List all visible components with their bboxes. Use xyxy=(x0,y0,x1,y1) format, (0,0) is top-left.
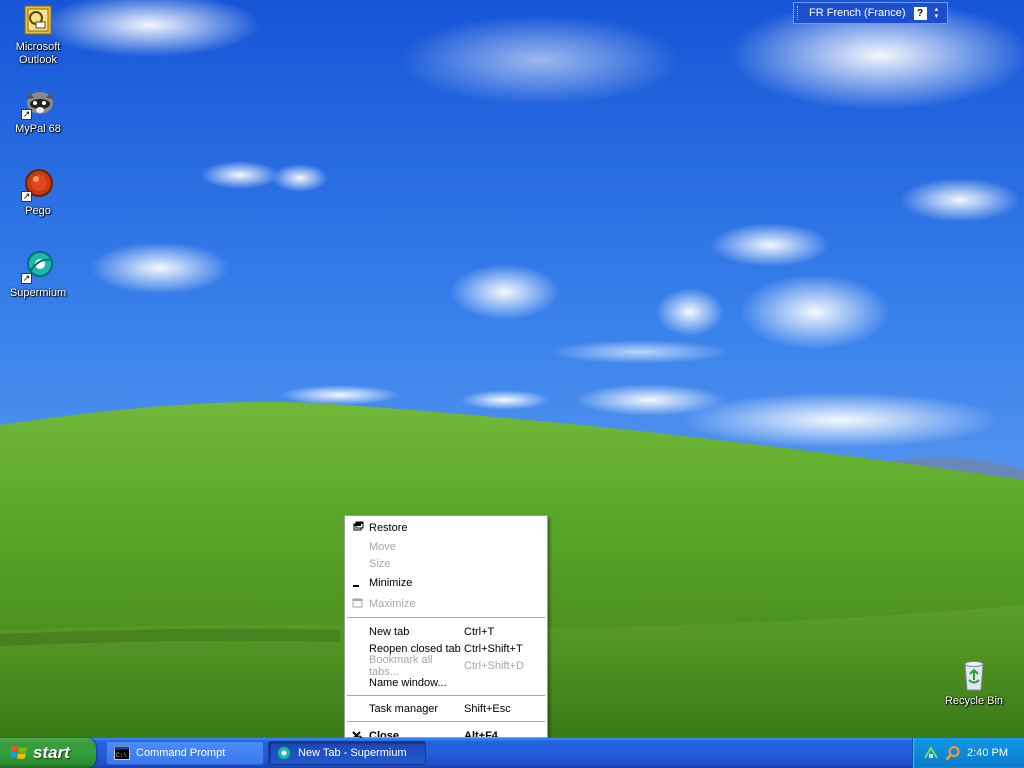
desktop-icon-label: Microsoft Outlook xyxy=(15,41,61,66)
desktop-icon-label: Supermium xyxy=(9,287,67,299)
menu-item-label: Move xyxy=(369,540,396,553)
outlook-icon xyxy=(21,4,55,38)
menu-item-size[interactable]: Size xyxy=(347,555,545,572)
desktop-icon-label: MyPal 68 xyxy=(15,123,61,135)
minimize-icon xyxy=(347,574,369,591)
menu-item-minimize[interactable]: Minimize xyxy=(347,574,545,591)
desktop-icon-label: Recycle Bin xyxy=(944,695,1004,707)
input-language-label[interactable]: FR French (France) xyxy=(809,7,906,19)
desktop-icon-pego[interactable]: ↗ Pego xyxy=(0,168,76,218)
taskbar-button-supermium[interactable]: New Tab - Supermium xyxy=(268,741,426,765)
start-button[interactable]: start xyxy=(0,738,96,768)
language-bar-grip[interactable] xyxy=(797,6,803,20)
menu-item-label: Restore xyxy=(369,521,408,534)
shortcut-arrow-icon: ↗ xyxy=(21,109,32,120)
menu-separator xyxy=(347,721,545,722)
windows-logo-icon xyxy=(10,744,28,762)
menu-item-label: Maximize xyxy=(369,597,416,610)
pego-icon: ↗ xyxy=(21,168,55,202)
desktop-icon-label: Pego xyxy=(25,205,51,217)
cmd-icon: C:\ xyxy=(114,746,130,760)
menu-item-label: New tab xyxy=(369,625,410,638)
help-icon[interactable]: ? xyxy=(913,6,927,20)
menu-item-label: Task manager xyxy=(369,702,439,715)
menu-item-label: Size xyxy=(369,557,391,570)
start-label: start xyxy=(33,743,70,762)
taskbar-button-label: New Tab - Supermium xyxy=(298,747,407,759)
network-icon[interactable] xyxy=(923,745,939,761)
menu-separator xyxy=(347,617,545,618)
menu-item-label: Name window... xyxy=(369,676,447,689)
menu-item-bookmark-all-tabs[interactable]: Bookmark all tabs... Ctrl+Shift+D xyxy=(347,654,545,678)
menu-item-shortcut: Ctrl+Shift+D xyxy=(464,659,524,672)
maximize-icon xyxy=(347,595,369,612)
clock[interactable]: 2:40 PM xyxy=(967,747,1008,759)
language-bar-options-icon[interactable]: ▴ ▾ xyxy=(935,6,939,20)
shortcut-arrow-icon: ↗ xyxy=(21,273,32,284)
mypal-raccoon-icon: ↗ xyxy=(21,86,55,120)
desktop-icon-mypal[interactable]: ↗ MyPal 68 xyxy=(0,86,76,136)
recycle-bin-icon xyxy=(957,658,991,692)
desktop-icon-outlook[interactable]: Microsoft Outlook xyxy=(0,4,76,67)
menu-item-shortcut: Shift+Esc xyxy=(464,702,511,715)
svg-text:C:\: C:\ xyxy=(116,752,127,759)
desktop-icon-recycle-bin[interactable]: Recycle Bin xyxy=(936,658,1012,708)
taskbar: start C:\ Command Prompt New Tab - Super… xyxy=(0,738,1024,768)
desktop-background[interactable]: Microsoft Outlook ↗ MyPal 68 ↗ Pego ↗ Su… xyxy=(0,0,1024,738)
menu-item-shortcut: Ctrl+Shift+T xyxy=(464,642,523,655)
menu-item-shortcut: Alt+F4 xyxy=(464,729,498,738)
menu-item-name-window[interactable]: Name window... xyxy=(347,674,545,691)
search-icon[interactable] xyxy=(945,745,961,761)
menu-item-task-manager[interactable]: Task manager Shift+Esc xyxy=(347,700,545,717)
menu-item-new-tab[interactable]: New tab Ctrl+T xyxy=(347,623,545,640)
menu-item-maximize[interactable]: Maximize xyxy=(347,595,545,612)
menu-item-close[interactable]: Close Alt+F4 xyxy=(347,727,545,738)
desktop-icon-supermium[interactable]: ↗ Supermium xyxy=(0,250,76,300)
shortcut-arrow-icon: ↗ xyxy=(21,191,32,202)
supermium-icon: ↗ xyxy=(21,250,55,284)
restore-icon xyxy=(347,519,369,536)
supermium-icon xyxy=(276,746,292,760)
language-bar[interactable]: FR French (France) ? ▴ ▾ xyxy=(793,2,948,24)
menu-item-restore[interactable]: Restore xyxy=(347,519,545,536)
window-context-menu: Restore Move Size Minimize Maximize New … xyxy=(344,515,548,738)
taskbar-button-label: Command Prompt xyxy=(136,747,226,759)
menu-item-move[interactable]: Move xyxy=(347,538,545,555)
taskbar-button-command-prompt[interactable]: C:\ Command Prompt xyxy=(106,741,264,765)
menu-separator xyxy=(347,695,545,696)
menu-item-label: Close xyxy=(369,729,399,738)
system-tray: 2:40 PM xyxy=(912,738,1024,768)
menu-item-shortcut: Ctrl+T xyxy=(464,625,495,638)
menu-item-label: Minimize xyxy=(369,576,413,589)
